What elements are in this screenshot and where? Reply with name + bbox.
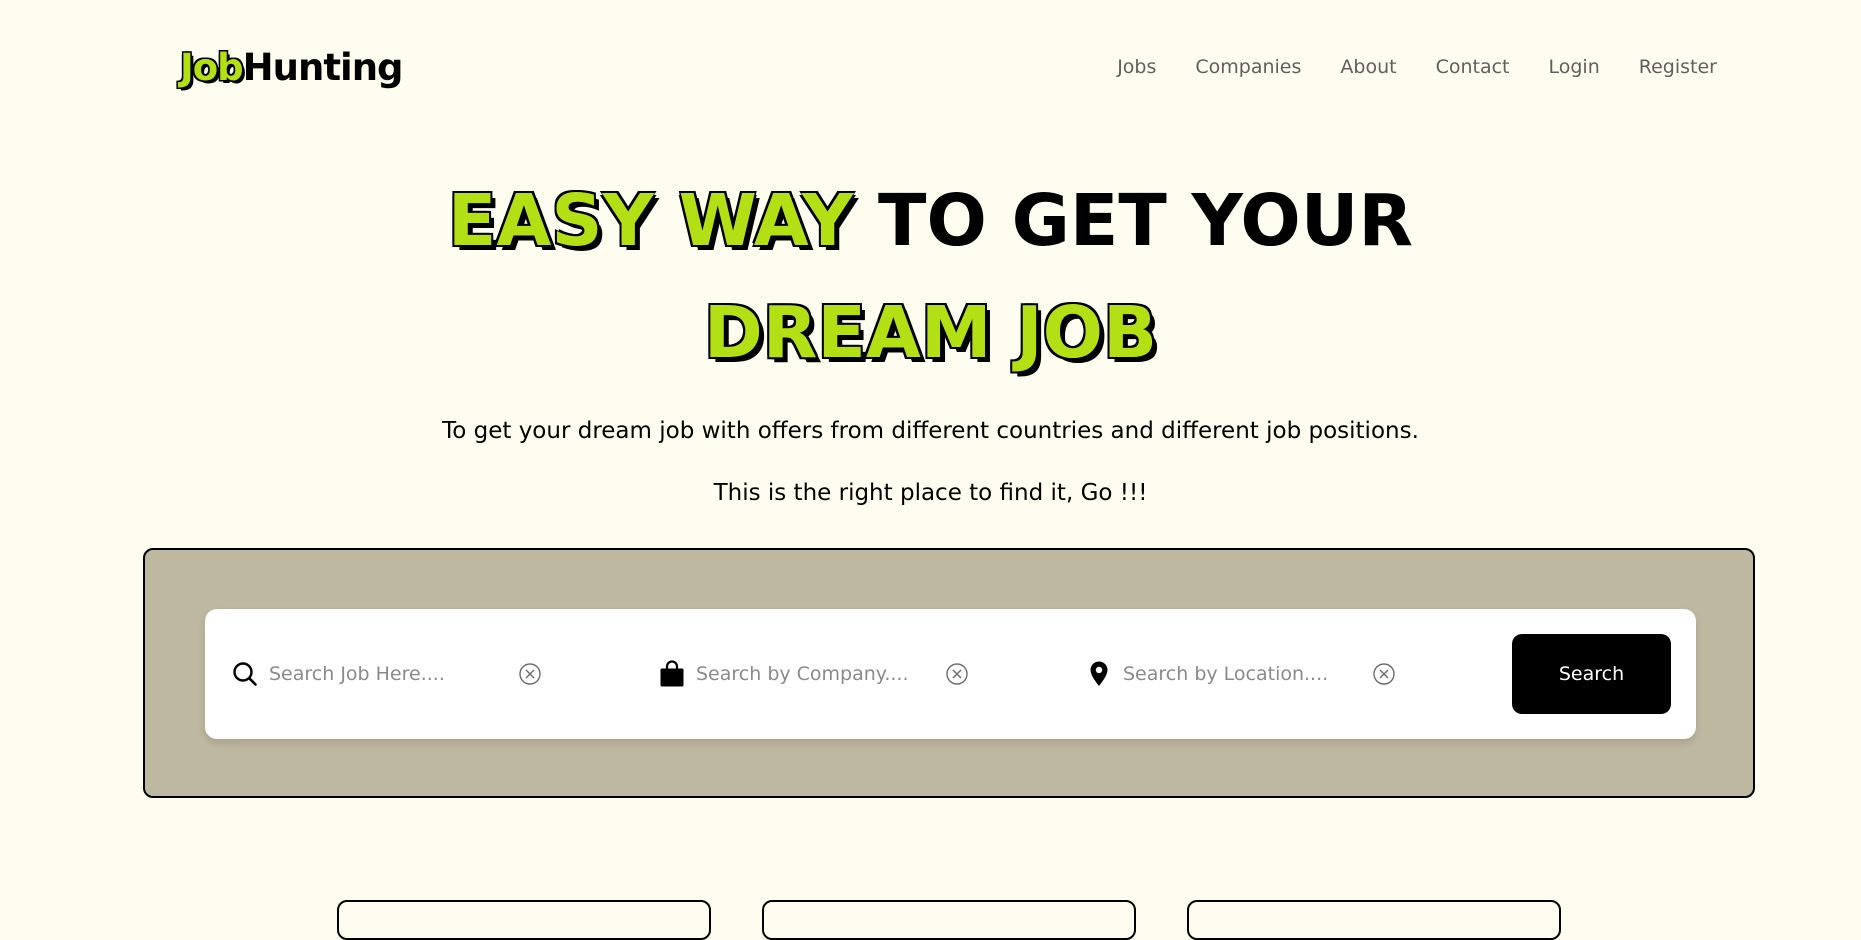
shopping-bag-icon (658, 660, 686, 688)
site-header: JobHunting Jobs Companies About Contact … (0, 0, 1861, 136)
main-nav: Jobs Companies About Contact Login Regis… (1117, 55, 1717, 79)
company-search-input[interactable] (696, 663, 936, 685)
search-bar: Search (205, 609, 1696, 739)
clear-job-icon[interactable] (517, 661, 543, 687)
search-panel: Search (143, 548, 1755, 798)
hero-title-highlight-2: DREAM JOB (703, 291, 1158, 374)
nav-link-about[interactable]: About (1340, 55, 1396, 79)
nav-link-jobs[interactable]: Jobs (1117, 55, 1156, 79)
job-card[interactable] (762, 900, 1136, 940)
job-cards-row (0, 900, 1861, 940)
job-search-input[interactable] (269, 663, 509, 685)
hero-title-highlight: EASY WAY (447, 179, 854, 262)
location-pin-icon (1085, 660, 1113, 688)
hero-title: EASY WAY TO GET YOUR DREAM JOB (0, 165, 1861, 389)
nav-link-register[interactable]: Register (1639, 55, 1717, 79)
job-card[interactable] (1187, 900, 1561, 940)
hero-subtitle: To get your dream job with offers from d… (442, 418, 1419, 444)
clear-company-icon[interactable] (944, 661, 970, 687)
job-card[interactable] (337, 900, 711, 940)
location-search-input[interactable] (1123, 663, 1363, 685)
hero-title-dark: TO GET YOUR (853, 179, 1414, 262)
hero-tagline: This is the right place to find it, Go !… (713, 480, 1148, 506)
hero-section: EASY WAY TO GET YOUR DREAM JOB To get yo… (0, 165, 1861, 508)
nav-link-contact[interactable]: Contact (1436, 55, 1510, 79)
logo[interactable]: JobHunting (180, 46, 404, 90)
nav-link-login[interactable]: Login (1549, 55, 1600, 79)
company-search-field (658, 609, 970, 739)
search-icon (231, 660, 259, 688)
nav-link-companies[interactable]: Companies (1195, 55, 1301, 79)
job-search-field (231, 609, 543, 739)
logo-rest-text: Hunting (242, 46, 404, 89)
clear-location-icon[interactable] (1371, 661, 1397, 687)
logo-accent-text: Job (180, 46, 244, 89)
location-search-field (1085, 609, 1397, 739)
search-button[interactable]: Search (1512, 634, 1671, 714)
